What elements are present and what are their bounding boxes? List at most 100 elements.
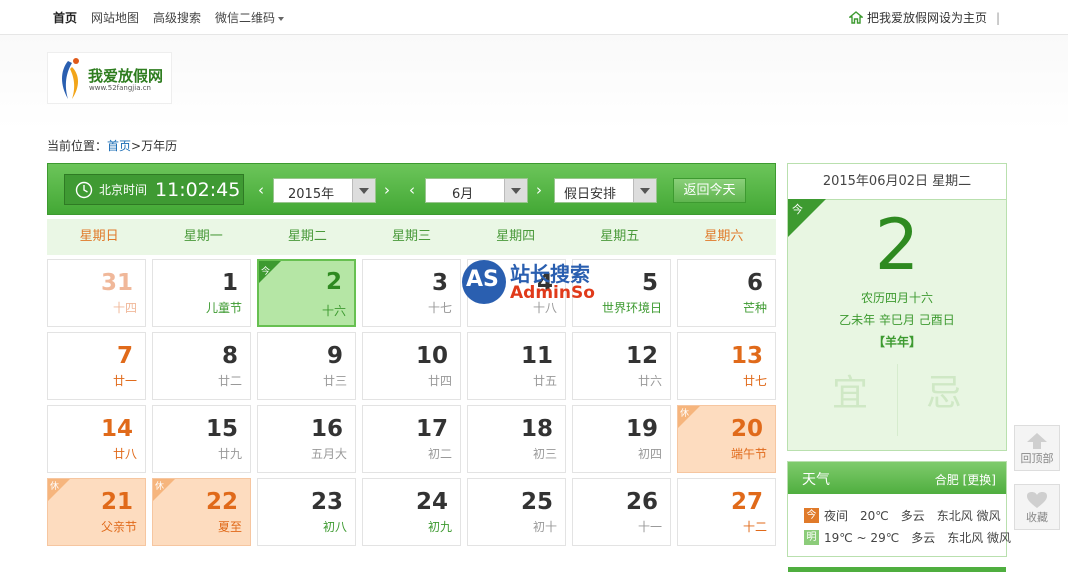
lunar-label: 初八 (322, 520, 347, 534)
month-prev-arrow[interactable]: ‹ (409, 181, 415, 199)
logo-figure-icon (62, 58, 79, 99)
calendar-day-cell[interactable]: 18 初三 (467, 405, 566, 473)
year-prev-arrow[interactable]: ‹ (258, 181, 264, 199)
calendar-day-cell[interactable]: 23 初八 (257, 478, 356, 546)
back-to-today-button[interactable]: 返回今天 (673, 178, 746, 203)
lunar-label: 廿二 (217, 374, 242, 388)
arrow-up-icon (1027, 433, 1047, 449)
nav-advanced-search-link[interactable]: 高级搜索 (153, 9, 201, 26)
day-number: 9 (326, 343, 343, 369)
calendar-day-cell[interactable]: 3 十七 (362, 259, 461, 327)
day-number: 14 (100, 416, 133, 442)
day-number: 6 (746, 270, 763, 296)
breadcrumb-current: 万年历 (141, 139, 178, 153)
day-detail-panel: 2015年06月02日 星期二 今 2 农历四月十六 乙未年 辛巳月 己酉日 【… (787, 163, 1007, 451)
chevron-down-icon (278, 16, 285, 21)
calendar-day-cell[interactable]: 24 初九 (362, 478, 461, 546)
day-number: 18 (520, 416, 553, 442)
weather-sky: 多云 (900, 509, 925, 523)
calendar-day-cell[interactable]: 31 十四 (47, 259, 146, 327)
calendar-day-cell[interactable]: 1 儿童节 (152, 259, 251, 327)
change-city-link[interactable]: [更换] (963, 473, 996, 487)
site-logo[interactable]: 我爱放假网 www.52fangjia.cn (47, 52, 172, 104)
lunar-date: 农历四月十六 (860, 291, 933, 305)
calendar-day-cell[interactable]: 25 初十 (467, 478, 566, 546)
day-number: 20 (730, 416, 763, 442)
calendar-day-cell[interactable]: 16 五月大 (257, 405, 356, 473)
calendar-day-cell[interactable]: 19 初四 (572, 405, 671, 473)
month-next-arrow[interactable]: › (536, 181, 542, 199)
lunar-label: 初三 (532, 447, 557, 461)
back-to-top-button[interactable]: 回顶部 (1014, 425, 1060, 471)
nav-sitemap-link[interactable]: 网站地图 (91, 9, 139, 26)
corner-tag-text: 休 (50, 482, 60, 492)
today-badge: 今 (804, 508, 819, 523)
day-number: 25 (520, 489, 553, 515)
weekday-thu: 星期四 (496, 229, 536, 244)
zodiac-year: 【羊年】 (872, 335, 921, 349)
watermark-logo: AS 站长搜索 AdminSo (460, 258, 605, 308)
calendar-day-cell[interactable]: 6 芒种 (677, 259, 776, 327)
holiday-corner-tag: 休 (153, 479, 175, 501)
nav-home-link[interactable]: 首页 (53, 9, 77, 26)
lunar-label: 五月大 (310, 447, 347, 461)
lunar-label: 十二 (742, 520, 767, 534)
calendar-toolbar: 北京时间 11:02:45 ‹ 2015年 › ‹ 6月 › 假日安排 返回今天 (47, 163, 776, 215)
today-corner-tag: 今 (259, 261, 281, 283)
ji-label: 忌 (926, 373, 963, 414)
day-number: 24 (415, 489, 448, 515)
weather-row-tomorrow: 明 19℃ ~ 29℃ 多云 东北风 微风 (804, 529, 1011, 546)
calendar-day-cell[interactable]: 26 十一 (572, 478, 671, 546)
calendar-day-cell[interactable]: 休 21 父亲节 (47, 478, 146, 546)
lunar-label: 廿四 (427, 374, 452, 388)
calendar-day-cell[interactable]: 9 廿三 (257, 332, 356, 400)
day-number: 15 (205, 416, 238, 442)
calendar-day-cell[interactable]: 12 廿六 (572, 332, 671, 400)
corner-tag-text: 今 (261, 267, 271, 277)
calendar-day-cell[interactable]: 15 廿九 (152, 405, 251, 473)
breadcrumb-prefix: 当前位置： (47, 139, 108, 153)
heart-icon (1027, 492, 1047, 508)
nav-wechat-label: 微信二维码 (215, 11, 276, 25)
year-next-arrow[interactable]: › (384, 181, 390, 199)
weather-temp: 19℃ ~ 29℃ (824, 530, 900, 545)
ganzhi-date: 乙未年 辛巳月 己酉日 (839, 313, 955, 327)
day-number: 12 (625, 343, 658, 369)
next-panel-edge (788, 567, 1006, 572)
favorite-label: 收藏 (1026, 511, 1048, 524)
lunar-label: 廿六 (637, 374, 662, 388)
set-homepage-link[interactable]: 把我爱放假网设为主页 | (848, 9, 1000, 26)
lunar-label: 世界环境日 (601, 301, 662, 315)
calendar-day-cell[interactable]: 14 廿八 (47, 405, 146, 473)
weather-header: 天气 合肥 [更换] (788, 462, 1006, 494)
nav-wechat-qr-link[interactable]: 微信二维码 (215, 9, 285, 26)
calendar-day-cell[interactable]: 17 初二 (362, 405, 461, 473)
favorite-button[interactable]: 收藏 (1014, 484, 1060, 530)
weather-row-today: 今 夜间 20℃ 多云 东北风 微风 (804, 507, 1001, 524)
month-select[interactable]: 6月 (425, 178, 528, 203)
day-number: 2 (325, 269, 342, 295)
weather-temp: 20℃ (860, 508, 889, 523)
calendar-day-cell[interactable]: 8 廿二 (152, 332, 251, 400)
breadcrumb-home-link[interactable]: 首页 (107, 139, 131, 153)
lunar-label: 初四 (637, 447, 662, 461)
holiday-select[interactable]: 假日安排 (554, 178, 657, 203)
lunar-label: 端午节 (730, 447, 767, 461)
weekday-sun: 星期日 (79, 229, 119, 244)
calendar-day-cell[interactable]: 7 廿一 (47, 332, 146, 400)
calendar-day-cell[interactable]: 11 廿五 (467, 332, 566, 400)
weather-wind: 东北风 微风 (936, 509, 1001, 523)
logo-url: www.52fangjia.cn (89, 84, 151, 92)
day-number: 22 (205, 489, 238, 515)
calendar-day-cell[interactable]: 27 十二 (677, 478, 776, 546)
calendar-day-cell[interactable]: 10 廿四 (362, 332, 461, 400)
calendar-day-cell[interactable]: 今 2 十六 (257, 259, 356, 327)
day-number: 19 (625, 416, 658, 442)
calendar-day-cell[interactable]: 休 20 端午节 (677, 405, 776, 473)
holiday-select-value: 假日安排 (564, 187, 617, 202)
calendar-day-cell[interactable]: 13 廿七 (677, 332, 776, 400)
year-select[interactable]: 2015年 (273, 178, 376, 203)
watermark-adminso: AdminSo (510, 283, 595, 303)
calendar-day-cell[interactable]: 休 22 夏至 (152, 478, 251, 546)
divider (897, 364, 898, 436)
